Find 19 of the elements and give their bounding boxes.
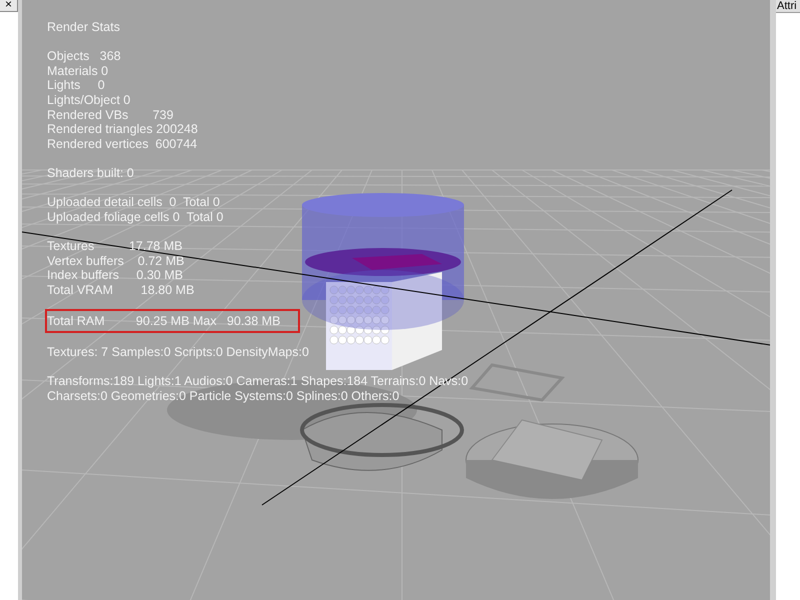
stats-line: Rendered triangles 200248: [47, 122, 198, 137]
panel-header: Attri: [776, 1, 797, 12]
stats-line: Charsets:0 Geometries:0 Particle Systems:0 Splines:0 Others:0: [47, 388, 400, 404]
stats-line: Materials 0: [47, 64, 108, 78]
stats-line: Textures 17.78 MB: [47, 238, 182, 254]
close-button[interactable]: ×: [0, 0, 18, 12]
stats-line: Rendered vertices 600744: [47, 136, 198, 152]
stats-line: Lights 0: [47, 78, 105, 93]
stats-line: Total VRAM 18.80 MB: [47, 282, 194, 298]
stats-line: Lights/Object 0: [47, 92, 130, 108]
stats-line: Index buffers 0.30 MB: [47, 268, 183, 283]
stats-title: Render Stats: [47, 20, 121, 35]
stats-line: Uploaded detail cells 0 Total 0: [47, 195, 220, 210]
stats-line: Rendered VBs 739: [47, 108, 174, 122]
stats-line: Objects 368: [47, 49, 121, 64]
stats-line: Vertex buffers 0.72 MB: [47, 254, 184, 268]
stats-line: Textures: 7 Samples:0 Scripts:0 DensityMaps:0: [47, 345, 309, 360]
stats-line: Shaders built: 0: [47, 166, 134, 181]
stats-line: Uploaded foliage cells 0 Total 0: [47, 210, 224, 224]
